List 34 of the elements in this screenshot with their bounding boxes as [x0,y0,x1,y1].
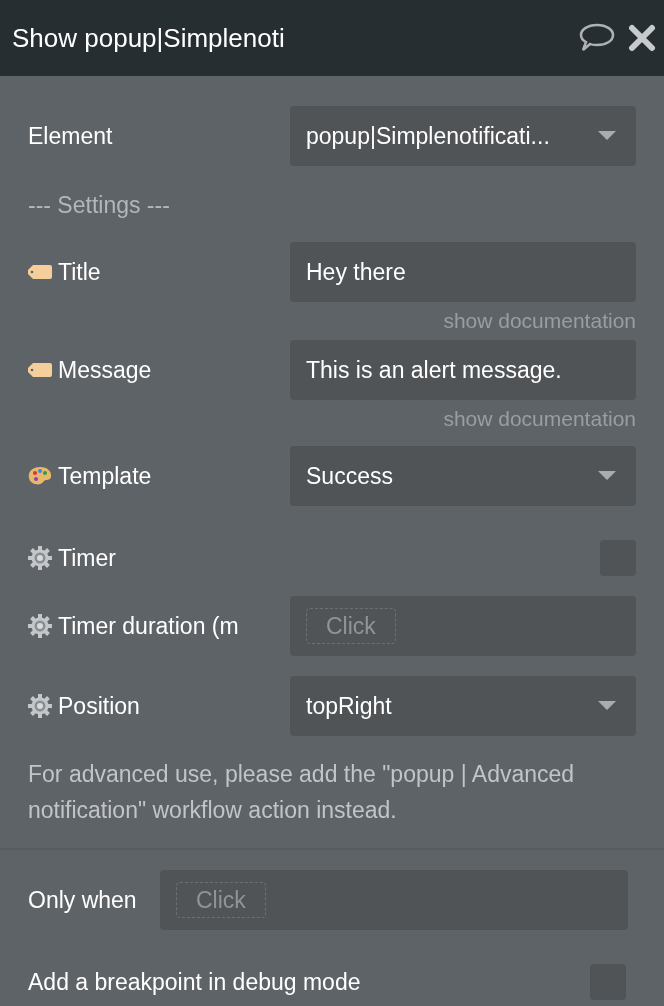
caret-icon [598,701,616,711]
field-label: Timer [58,543,116,573]
expression-field[interactable]: Click [290,596,636,656]
section-heading: --- Settings --- [28,190,170,220]
documentation-link[interactable]: show documentation [443,403,636,435]
field-label: Title [58,257,101,287]
field-label: Only when [28,885,138,915]
text-field[interactable]: Hey there [290,242,636,302]
window-title: Show popup|Simplenoti [12,21,285,55]
tag-icon [28,363,52,377]
gear-icon [28,694,52,718]
note-text: For advanced use, please add the "popup | Advanced notification" workflow action instead. [28,760,576,825]
caret-icon [598,131,616,141]
dropdown[interactable]: topRight [290,676,636,736]
field-label: Element [28,121,114,151]
gear-icon [28,614,52,638]
palette-icon [28,466,52,486]
field-label: Position [58,691,140,721]
expression-field[interactable]: Click [160,870,628,930]
text-field[interactable]: This is an alert message. [290,340,636,400]
caret-icon [598,471,616,481]
dropdown[interactable]: Success [290,446,636,506]
comment-icon[interactable] [578,22,616,54]
tag-icon [28,265,52,279]
click-placeholder[interactable]: Click [306,608,396,644]
field-label: Add a breakpoint in debug mode [28,967,361,997]
field-label: Message [58,355,152,385]
gear-icon [28,546,52,570]
documentation-link[interactable]: show documentation [443,305,636,337]
close-icon[interactable] [628,24,656,52]
dropdown[interactable]: popup|Simplenotificati... [290,106,636,166]
field-label: Timer duration (m [58,611,239,641]
field-label: Template [58,461,152,491]
click-placeholder[interactable]: Click [176,882,266,918]
